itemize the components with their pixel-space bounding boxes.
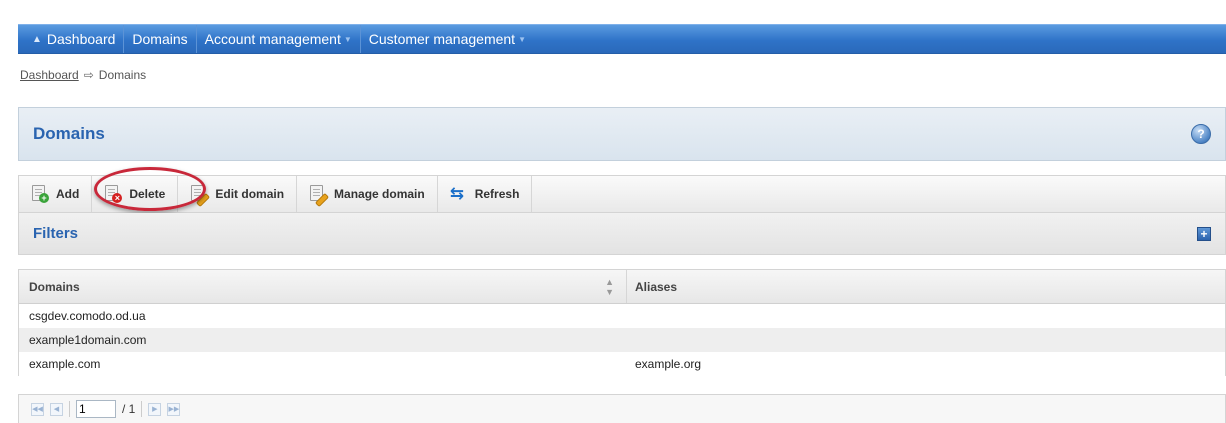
cell-domain: example1domain.com [29,333,147,347]
help-icon[interactable]: ? [1191,124,1211,144]
last-page-icon[interactable]: ▶▶ [167,402,181,416]
nav-customer-management[interactable]: Customer management ▼ [361,25,534,53]
arrow-right-icon: ⇨ [83,68,94,82]
manage-domain-button-label: Manage domain [334,187,425,201]
cell-domain: csgdev.comodo.od.ua [29,309,146,323]
breadcrumb: Dashboard ⇨ Domains [20,68,146,82]
home-icon: ▲ [32,33,42,45]
delete-button[interactable]: × Delete [92,176,179,212]
delete-document-icon: × [104,185,123,203]
sort-icon[interactable]: ▲ ▼ [605,277,614,297]
add-button[interactable]: + Add [19,176,93,212]
domains-table: Domains ▲ ▼ Aliases csgdev.comodo.od.ua e… [18,269,1226,376]
top-navigation: ▲ Dashboard Domains Account management ▼… [18,24,1226,54]
pager: ◀◀ ◀ / 1 ▶ ▶▶ [18,394,1226,423]
nav-domains[interactable]: Domains [124,25,197,53]
nav-account-management-label: Account management [204,31,341,47]
page-number-input[interactable] [76,400,116,418]
toolbar: + Add × Delete Edit domain Manage domain… [18,175,1226,213]
column-header-domains-label: Domains [29,279,80,294]
pager-separator [141,401,143,417]
refresh-button-label: Refresh [474,187,520,201]
next-page-icon[interactable]: ▶ [148,402,162,416]
delete-button-label: Delete [129,187,166,201]
breadcrumb-current: Domains [98,68,147,82]
chevron-down-icon: ▼ [343,34,352,44]
nav-dashboard-label: Dashboard [46,31,116,47]
refresh-button[interactable]: ⇆ Refresh [438,176,533,212]
first-page-icon[interactable]: ◀◀ [31,402,44,416]
cell-alias: example.org [635,357,702,371]
expand-plus-icon[interactable]: + [1197,226,1211,241]
table-header: Domains ▲ ▼ Aliases [19,270,1225,304]
table-row[interactable]: example1domain.com [19,328,1225,352]
filters-title: Filters [33,225,79,242]
cell-domain: example.com [29,357,101,371]
filters-bar[interactable]: Filters + [18,213,1226,255]
chevron-down-icon: ▼ [518,34,526,44]
edit-document-icon [190,185,210,206]
nav-account-management[interactable]: Account management ▼ [197,25,361,53]
breadcrumb-dashboard-link[interactable]: Dashboard [20,68,79,82]
edit-domain-button[interactable]: Edit domain [178,176,298,212]
column-header-domains[interactable]: Domains ▲ ▼ [19,270,627,303]
edit-domain-button-label: Edit domain [215,187,285,201]
nav-domains-label: Domains [132,31,188,47]
column-header-aliases-label: Aliases [635,279,678,294]
table-row[interactable]: example.com example.org [19,352,1225,376]
refresh-icon: ⇆ [449,184,464,203]
previous-page-icon[interactable]: ◀ [50,402,63,416]
pager-separator [69,401,70,417]
table-row[interactable]: csgdev.comodo.od.ua [19,304,1225,328]
column-header-aliases[interactable]: Aliases [627,270,1225,303]
add-document-icon: + [31,185,49,203]
manage-domain-button[interactable]: Manage domain [297,176,438,212]
title-panel: Domains ? [18,107,1226,161]
add-button-label: Add [56,187,80,201]
page-title: Domains [33,124,105,143]
nav-customer-management-label: Customer management [368,31,516,47]
manage-document-icon [309,185,328,206]
page-total: / 1 [122,402,136,416]
nav-dashboard[interactable]: ▲ Dashboard [18,25,125,53]
